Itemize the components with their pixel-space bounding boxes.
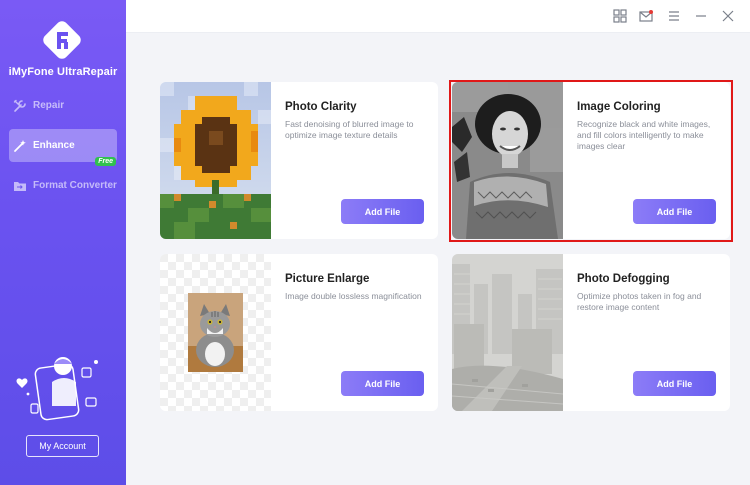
- add-file-button[interactable]: Add File: [341, 199, 424, 224]
- my-account-button[interactable]: My Account: [26, 435, 99, 457]
- card-title: Photo Clarity: [285, 101, 357, 113]
- card-photo-clarity: Photo Clarity Fast denoising of blurred …: [160, 82, 438, 239]
- add-file-button[interactable]: Add File: [341, 371, 424, 396]
- card-description: Fast denoising of blurred image to optim…: [285, 119, 414, 140]
- card-description: Recognize black and white images, and fi…: [577, 119, 711, 151]
- free-badge: Free: [95, 157, 116, 166]
- wrench-icon: [13, 99, 26, 112]
- grid-icon[interactable]: [613, 9, 627, 23]
- black-and-white-portrait-image: [452, 82, 563, 239]
- close-icon[interactable]: [721, 9, 735, 23]
- card-title: Image Coloring: [577, 101, 661, 113]
- app-name: iMyFone UltraRepair: [8, 66, 118, 78]
- foggy-city-image: [452, 254, 563, 411]
- menu-icon[interactable]: [667, 9, 681, 23]
- card-image-coloring: Image Coloring Recognize black and white…: [452, 82, 730, 239]
- folder-icon: [14, 181, 26, 191]
- sidebar-item-label: Format Converter: [33, 180, 117, 191]
- sidebar-item-repair[interactable]: Repair: [9, 89, 117, 122]
- sidebar-item-label: Enhance: [33, 140, 75, 151]
- add-file-button[interactable]: Add File: [633, 371, 716, 396]
- magic-wand-icon: [14, 139, 26, 152]
- card-description: Image double lossless magnification: [285, 291, 422, 301]
- pixelated-sunflower-image: [160, 82, 271, 239]
- title-bar: [126, 0, 750, 33]
- card-title: Photo Defogging: [577, 273, 670, 285]
- app-logo-icon: [43, 21, 81, 59]
- add-file-button[interactable]: Add File: [633, 199, 716, 224]
- user-illustration-icon: [16, 357, 98, 421]
- card-title: Picture Enlarge: [285, 273, 370, 285]
- minimize-icon[interactable]: [694, 9, 708, 23]
- sidebar-item-label: Repair: [33, 100, 65, 111]
- sidebar: iMyFone UltraRepair Repair Enhance Forma…: [0, 0, 126, 485]
- card-description: Optimize photos taken in fog and restore…: [577, 291, 702, 312]
- cat-on-transparent-grid-image: [160, 254, 271, 411]
- card-picture-enlarge: Picture Enlarge Image double lossless ma…: [160, 254, 438, 411]
- card-photo-defogging: Photo Defogging Optimize photos taken in…: [452, 254, 730, 411]
- sidebar-item-format-converter[interactable]: Format Converter Free: [9, 157, 117, 202]
- mail-icon[interactable]: [639, 9, 653, 23]
